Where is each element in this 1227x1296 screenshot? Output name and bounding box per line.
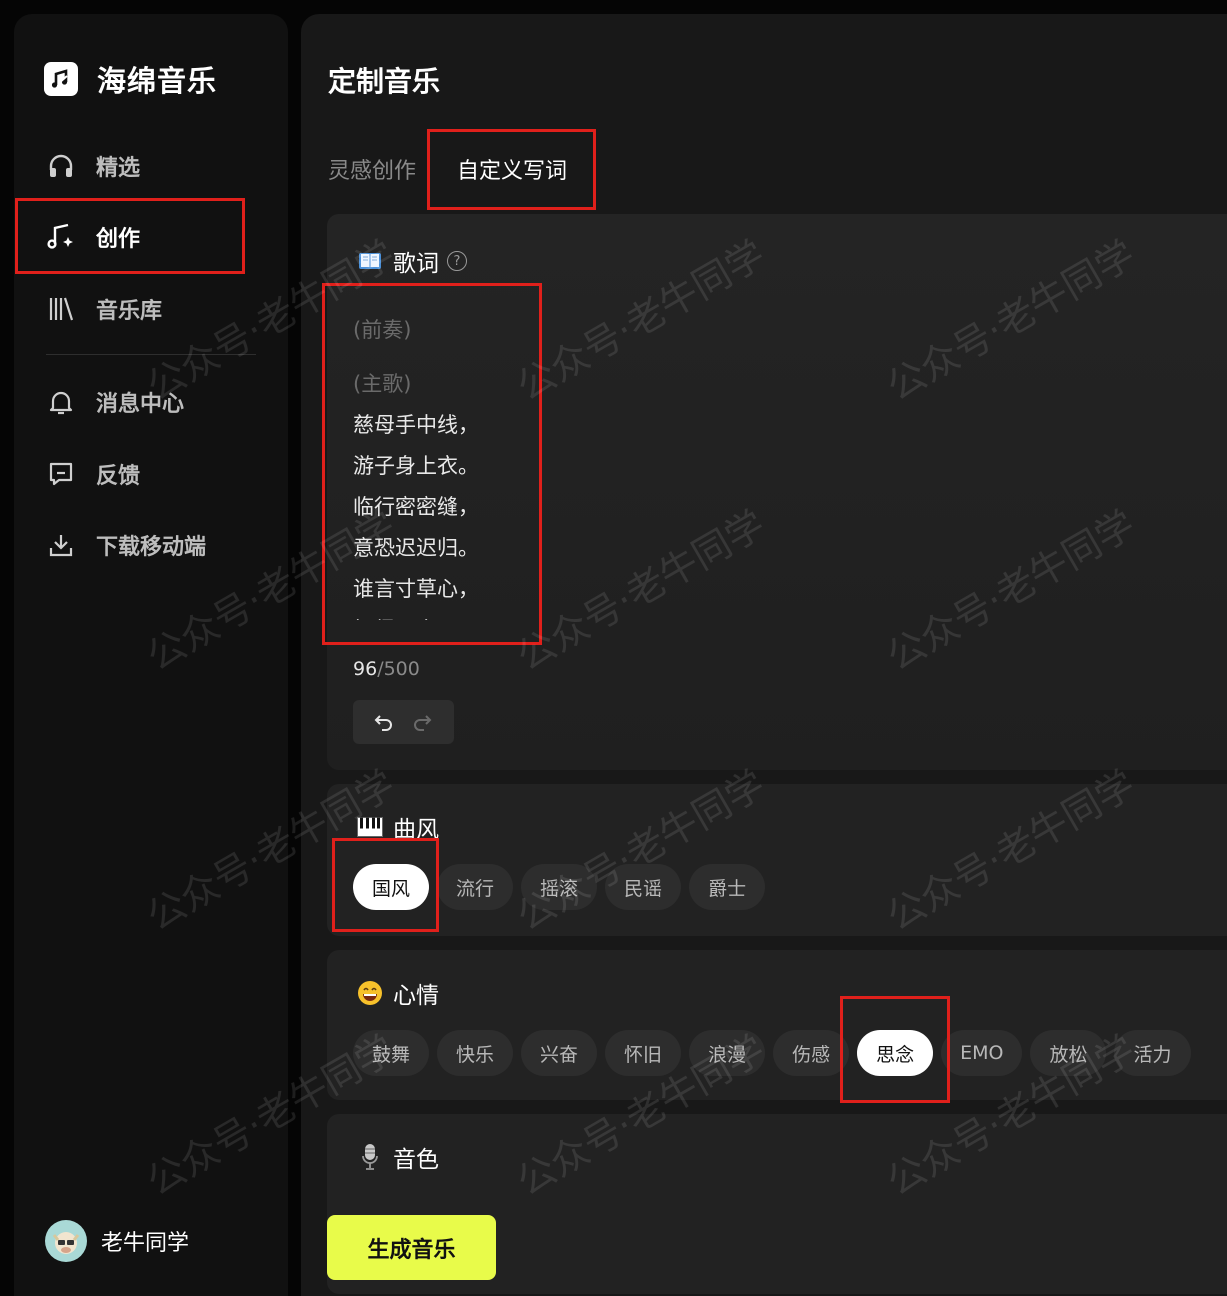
user-name: 老牛同学 [101, 1231, 190, 1256]
style-chip-folk[interactable]: 民谣 [605, 864, 682, 910]
sidebar-item-label: 下载移动端 [96, 535, 207, 560]
sidebar-item-label: 消息中心 [96, 392, 185, 417]
mood-chip-sad[interactable]: 伤感 [773, 1030, 850, 1076]
lyrics-section-title: 歌词 ? [357, 244, 467, 278]
style-card: 曲风 国风 流行 摇滚 民谣 爵士 [327, 784, 1227, 936]
piano-icon [357, 814, 383, 840]
bell-icon [44, 385, 78, 419]
sidebar-item-label: 精选 [96, 156, 141, 181]
feedback-icon [44, 457, 78, 491]
download-icon [44, 528, 78, 562]
book-icon [357, 248, 383, 274]
lyrics-line: (主歌) [353, 372, 412, 396]
mood-chip-group: 鼓舞 快乐 兴奋 怀旧 浪漫 伤感 思念 EMO 放松 活力 [353, 1030, 1199, 1076]
char-max: /500 [377, 658, 420, 680]
mood-chip-inspire[interactable]: 鼓舞 [353, 1030, 430, 1076]
tab-custom-lyrics[interactable]: 自定义写词 [457, 153, 567, 185]
char-count: 96 [353, 658, 378, 680]
sidebar-item-label: 音乐库 [96, 299, 163, 324]
style-chip-pop[interactable]: 流行 [437, 864, 514, 910]
style-chip-group: 国风 流行 摇滚 民谣 爵士 [353, 864, 773, 910]
headphones-icon [44, 149, 78, 183]
sidebar-item-create[interactable]: 创作 [44, 219, 140, 255]
lyrics-line: 慈母手中线， [353, 413, 479, 437]
mood-section-title: 心情 [357, 976, 439, 1010]
sidebar-item-label: 反馈 [96, 464, 141, 489]
voice-title: 音色 [393, 1147, 439, 1173]
style-title: 曲风 [393, 817, 439, 843]
voice-section-title: 音色 [357, 1140, 439, 1174]
sidebar-item-library[interactable]: 音乐库 [44, 291, 162, 327]
mood-chip-relax[interactable]: 放松 [1030, 1030, 1107, 1076]
mood-chip-romantic[interactable]: 浪漫 [689, 1030, 766, 1076]
mood-card: 心情 鼓舞 快乐 兴奋 怀旧 浪漫 伤感 思念 EMO 放松 活力 [327, 950, 1227, 1100]
user-profile[interactable]: 老牛同学 [45, 1220, 189, 1262]
app-window: 海绵音乐 精选 创作 音乐库 消息中心 反馈 下载移动端 老牛同学 定制音乐 灵… [0, 0, 1227, 1296]
lyrics-line: 谁言寸草心， [353, 577, 479, 601]
redo-icon[interactable] [409, 709, 435, 735]
mood-chip-happy[interactable]: 快乐 [437, 1030, 514, 1076]
undo-redo-bar [353, 700, 454, 744]
style-section-title: 曲风 [357, 810, 439, 844]
lyrics-line: 临行密密缝， [353, 495, 479, 519]
sidebar-item-download[interactable]: 下载移动端 [44, 527, 206, 563]
undo-icon[interactable] [371, 709, 397, 735]
mood-title: 心情 [393, 983, 439, 1009]
app-logo[interactable]: 海绵音乐 [44, 58, 217, 100]
sidebar-item-label: 创作 [96, 227, 141, 252]
lyrics-title: 歌词 [393, 251, 439, 277]
sidebar-divider [46, 354, 256, 355]
grinning-face-icon [357, 980, 383, 1006]
main-panel: 定制音乐 灵感创作 自定义写词 歌词 ? (前奏) (主歌) 慈母手中线， 游子… [301, 14, 1227, 1296]
mood-chip-excited[interactable]: 兴奋 [521, 1030, 598, 1076]
lyrics-line: (前奏) [353, 318, 412, 342]
mood-chip-missing[interactable]: 思念 [857, 1030, 934, 1076]
library-icon [44, 292, 78, 326]
lyrics-card: 歌词 ? (前奏) (主歌) 慈母手中线， 游子身上衣。 临行密密缝， 意恐迟迟… [327, 214, 1227, 770]
style-chip-guofeng[interactable]: 国风 [353, 864, 430, 910]
sidebar: 海绵音乐 精选 创作 音乐库 消息中心 反馈 下载移动端 老牛同学 [14, 14, 288, 1296]
help-icon[interactable]: ? [447, 251, 467, 271]
lyrics-line: 意恐迟迟归。 [353, 536, 479, 560]
lyrics-line: 报得三春晖。 [353, 610, 553, 620]
style-chip-jazz[interactable]: 爵士 [689, 864, 766, 910]
avatar [45, 1220, 87, 1262]
music-note-sparkle-icon [44, 220, 78, 254]
mood-chip-energy[interactable]: 活力 [1114, 1030, 1191, 1076]
microphone-icon [357, 1144, 383, 1170]
mood-chip-emo[interactable]: EMO [941, 1030, 1023, 1076]
style-chip-rock[interactable]: 摇滚 [521, 864, 598, 910]
generate-music-button[interactable]: 生成音乐 [327, 1215, 496, 1280]
sidebar-item-messages[interactable]: 消息中心 [44, 384, 184, 420]
app-name: 海绵音乐 [97, 64, 218, 98]
mood-chip-nostalgic[interactable]: 怀旧 [605, 1030, 682, 1076]
tab-inspiration[interactable]: 灵感创作 [328, 153, 416, 185]
lyrics-textarea[interactable]: (前奏) (主歌) 慈母手中线， 游子身上衣。 临行密密缝， 意恐迟迟归。 谁言… [353, 310, 553, 620]
sidebar-item-feedback[interactable]: 反馈 [44, 456, 140, 492]
lyrics-line: 游子身上衣。 [353, 454, 479, 478]
logo-icon [44, 62, 78, 96]
char-counter: 96/500 [353, 658, 420, 680]
page-title: 定制音乐 [328, 65, 441, 98]
sidebar-item-featured[interactable]: 精选 [44, 148, 140, 184]
